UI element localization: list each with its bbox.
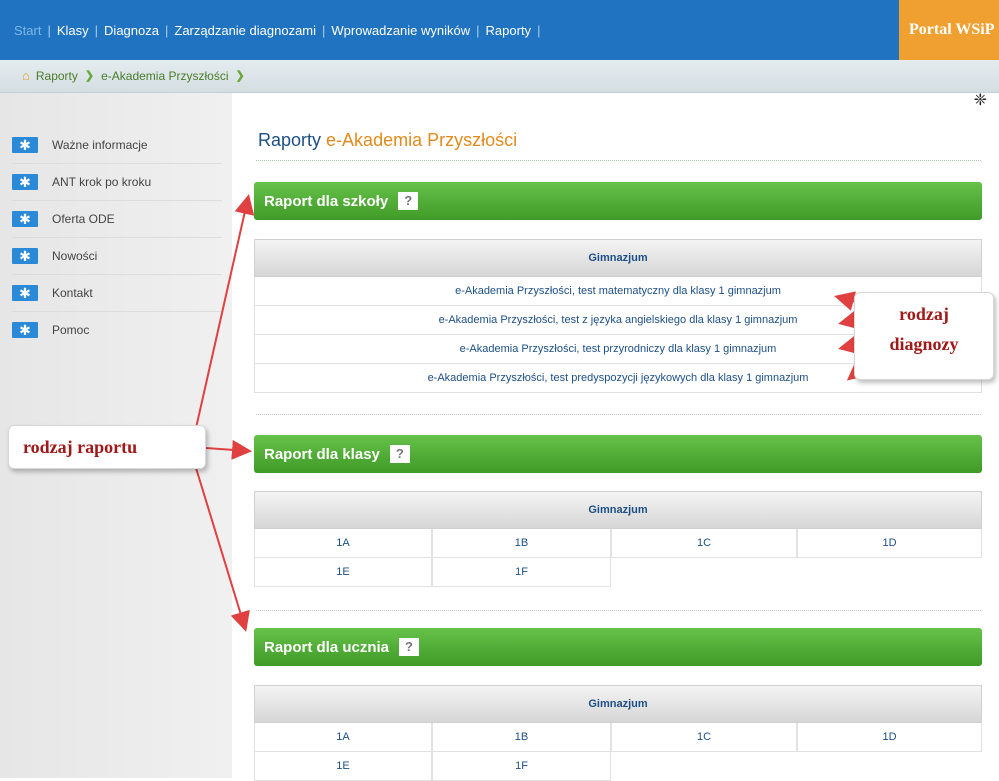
- nav-diagnoza[interactable]: Diagnoza: [98, 23, 165, 38]
- sidebar-item-label: Kontakt: [52, 286, 93, 300]
- asterisk-icon: ✱: [12, 285, 38, 301]
- help-button[interactable]: ?: [399, 638, 420, 656]
- breadcrumb-akademia[interactable]: e-Akademia Przyszłości: [101, 69, 228, 83]
- nav-wprowadzanie[interactable]: Wprowadzanie wyników: [325, 23, 476, 38]
- chevron-right-icon: ❯: [84, 70, 95, 82]
- student-class-link-1e[interactable]: 1E: [254, 752, 432, 781]
- ant-icon: ❈: [973, 92, 987, 109]
- student-class-link-1a[interactable]: 1A: [254, 723, 432, 752]
- section-divider: [256, 414, 981, 415]
- section-school-title: Raport dla szkoły: [264, 192, 389, 210]
- sidebar-item-kontakt[interactable]: ✱ Kontakt: [12, 275, 222, 312]
- asterisk-icon: ✱: [12, 322, 38, 338]
- sidebar-item-label: Nowości: [52, 249, 98, 263]
- portal-link[interactable]: Portal WSiP: [899, 0, 999, 60]
- asterisk-icon: ✱: [12, 211, 38, 227]
- nav-start[interactable]: Start: [8, 23, 47, 38]
- help-button[interactable]: ?: [398, 192, 419, 210]
- chevron-right-icon: ❯: [235, 70, 245, 82]
- sidebar-item-oferta-ode[interactable]: ✱ Oferta ODE: [12, 201, 222, 238]
- page-title-part1: Raporty: [258, 130, 322, 150]
- school-table-header: Gimnazjum: [254, 239, 982, 277]
- student-class-link-1d[interactable]: 1D: [797, 723, 982, 752]
- sidebar-item-label: Oferta ODE: [52, 212, 115, 226]
- breadcrumb: ⌂ Raporty ❯ e-Akademia Przyszłości ❯: [22, 68, 252, 83]
- asterisk-icon: ✱: [12, 137, 38, 153]
- section-school-header: Raport dla szkoły ?: [254, 182, 982, 220]
- annotation-report-type: rodzaj raportu: [8, 425, 206, 469]
- annotation-diagnosis-type: rodzaj diagnozy: [854, 292, 994, 380]
- sidebar-item-pomoc[interactable]: ✱ Pomoc: [12, 312, 222, 348]
- section-student-title: Raport dla ucznia: [264, 638, 390, 656]
- class-table-header: Gimnazjum: [254, 491, 982, 529]
- asterisk-icon: ✱: [12, 248, 38, 264]
- sidebar-item-label: Ważne informacje: [52, 138, 148, 152]
- help-button[interactable]: ?: [389, 445, 410, 463]
- section-divider: [256, 610, 981, 611]
- nav-raporty[interactable]: Raporty: [480, 23, 538, 38]
- class-link-1b[interactable]: 1B: [432, 529, 611, 558]
- nav-separator: |: [537, 22, 541, 38]
- class-link-1c[interactable]: 1C: [611, 529, 797, 558]
- sidebar-item-label: Pomoc: [52, 323, 90, 337]
- section-class-header: Raport dla klasy ?: [254, 435, 982, 473]
- breadcrumb-bar: ⌂ Raporty ❯ e-Akademia Przyszłości ❯: [0, 60, 999, 93]
- annotation-diagnosis-line1: rodzaj: [899, 304, 949, 324]
- section-class-title: Raport dla klasy: [264, 445, 380, 463]
- class-link-1a[interactable]: 1A: [254, 529, 432, 558]
- page-title: Raporty e-Akademia Przyszłości: [258, 130, 517, 151]
- nav-klasy[interactable]: Klasy: [51, 23, 95, 38]
- class-link-1f[interactable]: 1F: [432, 558, 611, 587]
- title-divider: [256, 160, 981, 161]
- student-class-link-1c[interactable]: 1C: [611, 723, 797, 752]
- nav-zarzadzanie[interactable]: Zarządzanie diagnozami: [168, 23, 322, 38]
- sidebar-item-wazne-informacje[interactable]: ✱ Ważne informacje: [12, 127, 222, 164]
- annotation-diagnosis-line2: diagnozy: [889, 334, 959, 354]
- home-icon[interactable]: ⌂: [22, 68, 30, 83]
- page-title-part2: e-Akademia Przyszłości: [326, 130, 518, 150]
- student-table-header: Gimnazjum: [254, 685, 982, 723]
- student-class-link-1b[interactable]: 1B: [432, 723, 611, 752]
- sidebar-menu: ✱ Ważne informacje ✱ ANT krok po kroku ✱…: [12, 127, 222, 348]
- student-class-link-1f[interactable]: 1F: [432, 752, 611, 781]
- class-link-1d[interactable]: 1D: [797, 529, 982, 558]
- section-student-header: Raport dla ucznia ?: [254, 628, 982, 666]
- class-link-1e[interactable]: 1E: [254, 558, 432, 587]
- sidebar-item-nowosci[interactable]: ✱ Nowości: [12, 238, 222, 275]
- asterisk-icon: ✱: [12, 174, 38, 190]
- sidebar-item-ant-krok[interactable]: ✱ ANT krok po kroku: [12, 164, 222, 201]
- top-nav-bar: Start | Klasy | Diagnoza | Zarządzanie d…: [0, 0, 999, 60]
- main-nav: Start | Klasy | Diagnoza | Zarządzanie d…: [0, 0, 540, 60]
- breadcrumb-raporty[interactable]: Raporty: [36, 69, 78, 83]
- sidebar-item-label: ANT krok po kroku: [52, 175, 152, 189]
